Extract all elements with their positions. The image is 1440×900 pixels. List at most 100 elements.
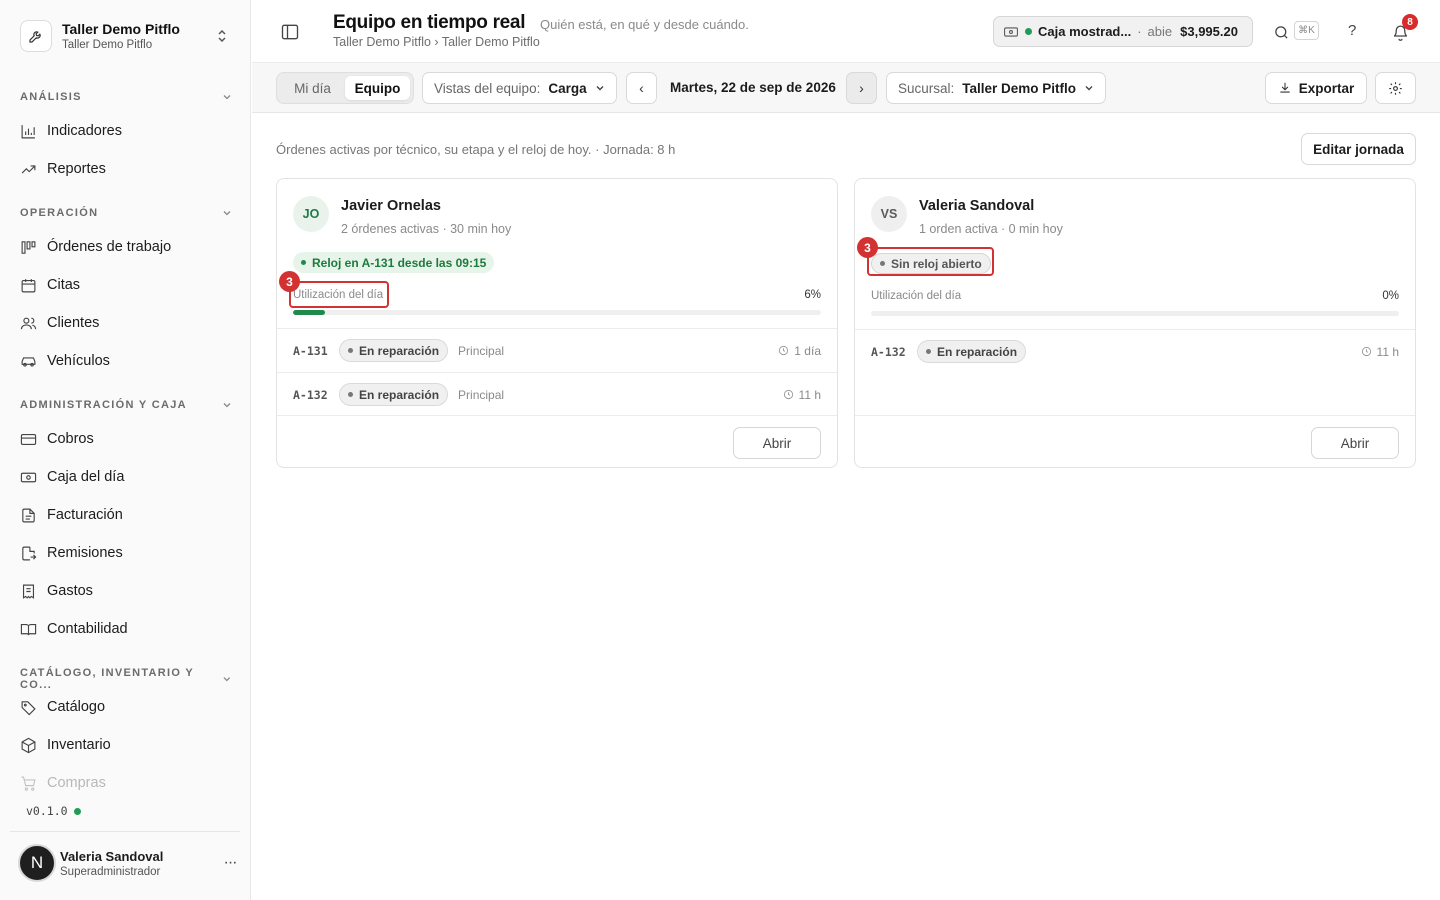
- chevron-down-icon: [1084, 83, 1094, 93]
- branch-value: Taller Demo Pitflo: [962, 80, 1077, 96]
- utilization-value: 0%: [1382, 290, 1399, 302]
- cash-register-state: abie: [1147, 24, 1173, 39]
- download-icon: [1280, 82, 1290, 93]
- sidebar-item-remisiones[interactable]: Remisiones: [10, 536, 240, 570]
- section-analisis[interactable]: ANÁLISIS: [20, 91, 232, 103]
- cash-icon: [1004, 26, 1018, 37]
- user-name: Valeria Sandoval: [60, 848, 164, 864]
- help-icon[interactable]: ?: [1348, 22, 1356, 39]
- open-button[interactable]: Abrir: [1311, 427, 1399, 459]
- previous-day-button[interactable]: ‹: [626, 72, 657, 104]
- tab-equipo[interactable]: Equipo: [345, 76, 410, 100]
- cash-register-amount: $3,995.20: [1180, 24, 1238, 39]
- sidebar-toggle-icon[interactable]: [280, 22, 300, 42]
- sidebar-item-label: Caja del día: [47, 469, 125, 485]
- next-day-button[interactable]: ›: [846, 72, 877, 104]
- sidebar-item-contabilidad[interactable]: Contabilidad: [10, 612, 240, 646]
- stage-badge: En reparación: [917, 340, 1027, 363]
- status-dot: [348, 348, 353, 353]
- user-role: Superadministrador: [60, 865, 161, 878]
- branch-label: Sucursal:: [898, 80, 955, 96]
- chevron-down-icon: [595, 83, 605, 93]
- workspace-switcher[interactable]: Taller Demo Pitflo Taller Demo Pitflo: [10, 12, 240, 60]
- status-dot: [73, 807, 81, 815]
- cash-register-status[interactable]: Caja mostrad... · abie $3,995.20: [993, 16, 1253, 47]
- sidebar-item-label: Gastos: [47, 583, 93, 599]
- open-button[interactable]: Abrir: [733, 427, 821, 459]
- order-row[interactable]: A-132 En reparación Principal 11 h: [277, 372, 837, 416]
- technician-card: VS Valeria Sandoval 1 orden activa · 0 m…: [854, 178, 1416, 468]
- sidebar-item-label: Catálogo: [47, 699, 106, 715]
- sidebar-item-label: Cobros: [47, 431, 94, 447]
- status-dot: [348, 392, 353, 397]
- sidebar-item-caja[interactable]: Caja del día: [10, 460, 240, 494]
- chevron-down-icon: [223, 95, 231, 100]
- shopping-cart-icon: [21, 776, 36, 791]
- order-code: A-131: [293, 343, 328, 358]
- divider: [855, 415, 1415, 416]
- sidebar-item-label: Contabilidad: [47, 621, 128, 637]
- order-time: 1 día: [778, 344, 821, 358]
- utilization-bar: [871, 311, 1399, 316]
- clock-icon: [783, 389, 793, 400]
- sidebar-item-clientes[interactable]: Clientes: [10, 306, 240, 340]
- app-version: v0.1.0: [26, 804, 81, 818]
- technician-name: Javier Ornelas: [341, 198, 441, 214]
- shortcut-hint: ⌘K: [1294, 21, 1319, 40]
- clock-icon: [779, 345, 789, 356]
- technician-avatar: JO: [293, 196, 329, 232]
- settings-button[interactable]: [1375, 72, 1416, 104]
- sidebar-item-ordenes[interactable]: Órdenes de trabajo: [10, 230, 240, 264]
- sidebar-item-inventario[interactable]: Inventario: [10, 728, 240, 762]
- section-catalogo[interactable]: CATÁLOGO, INVENTARIO Y CO...: [20, 667, 232, 691]
- utilization-label: Utilización del día: [871, 290, 962, 302]
- team-views-dropdown[interactable]: Vistas del equipo: Carga: [422, 72, 617, 104]
- edit-shift-button[interactable]: Editar jornada: [1301, 133, 1416, 165]
- more-icon[interactable]: ···: [220, 854, 240, 872]
- annotation-marker: 3: [857, 237, 878, 258]
- order-code: A-132: [293, 387, 328, 402]
- sidebar-item-vehiculos[interactable]: Vehículos: [10, 344, 240, 378]
- sidebar-item-label: Compras: [47, 775, 106, 791]
- sidebar-item-label: Citas: [47, 277, 81, 293]
- sidebar-item-label: Indicadores: [47, 123, 122, 139]
- section-admin[interactable]: ADMINISTRACIÓN Y CAJA: [20, 399, 232, 411]
- toolbar: Mi día Equipo Vistas del equipo: Carga ‹…: [252, 63, 1440, 113]
- cash-register-icon: [20, 472, 37, 482]
- calendar-icon: [21, 278, 36, 292]
- stage-badge: En reparación: [339, 383, 449, 406]
- export-button[interactable]: Exportar: [1265, 72, 1367, 104]
- car-icon: [21, 356, 36, 367]
- tab-mi-dia[interactable]: Mi día: [280, 76, 345, 100]
- workspace-subtitle: Taller Demo Pitflo: [62, 39, 153, 51]
- team-views-value: Carga: [548, 80, 587, 96]
- sidebar-item-gastos[interactable]: Gastos: [10, 574, 240, 608]
- breadcrumb[interactable]: Taller Demo Pitflo › Taller Demo Pitflo: [333, 35, 540, 49]
- order-location: Principal: [458, 343, 505, 358]
- file-export-icon: [22, 546, 37, 560]
- sidebar-item-indicadores[interactable]: Indicadores: [10, 114, 240, 148]
- search-icon[interactable]: [1271, 22, 1291, 42]
- order-time: 11 h: [1361, 345, 1399, 359]
- sidebar-item-compras[interactable]: Compras: [10, 766, 240, 800]
- sidebar-item-reportes[interactable]: Reportes: [10, 152, 240, 186]
- wrench-icon: [20, 20, 52, 52]
- sidebar-item-facturacion[interactable]: Facturación: [10, 498, 240, 532]
- sidebar-item-cobros[interactable]: Cobros: [10, 422, 240, 456]
- sidebar: Taller Demo Pitflo Taller Demo Pitflo AN…: [0, 0, 251, 900]
- sidebar-item-label: Vehículos: [47, 353, 110, 369]
- section-operacion[interactable]: OPERACIÓN: [20, 207, 232, 219]
- user-menu[interactable]: N Valeria Sandoval Superadministrador ··…: [18, 842, 240, 884]
- order-row[interactable]: A-132 En reparación 11 h: [855, 329, 1415, 373]
- order-row[interactable]: A-131 En reparación Principal 1 día: [277, 328, 837, 372]
- sidebar-item-label: Órdenes de trabajo: [47, 239, 172, 255]
- technician-summary: 2 órdenes activas · 30 min hoy: [341, 222, 512, 236]
- branch-dropdown[interactable]: Sucursal: Taller Demo Pitflo: [886, 72, 1107, 104]
- credit-card-icon: [20, 433, 37, 445]
- chevron-down-icon: [223, 677, 231, 682]
- divider: [277, 415, 837, 416]
- sidebar-item-catalogo[interactable]: Catálogo: [10, 690, 240, 724]
- sidebar-item-citas[interactable]: Citas: [10, 268, 240, 302]
- status-dot: [1025, 28, 1032, 35]
- technician-summary: 1 orden activa · 0 min hoy: [919, 222, 1063, 236]
